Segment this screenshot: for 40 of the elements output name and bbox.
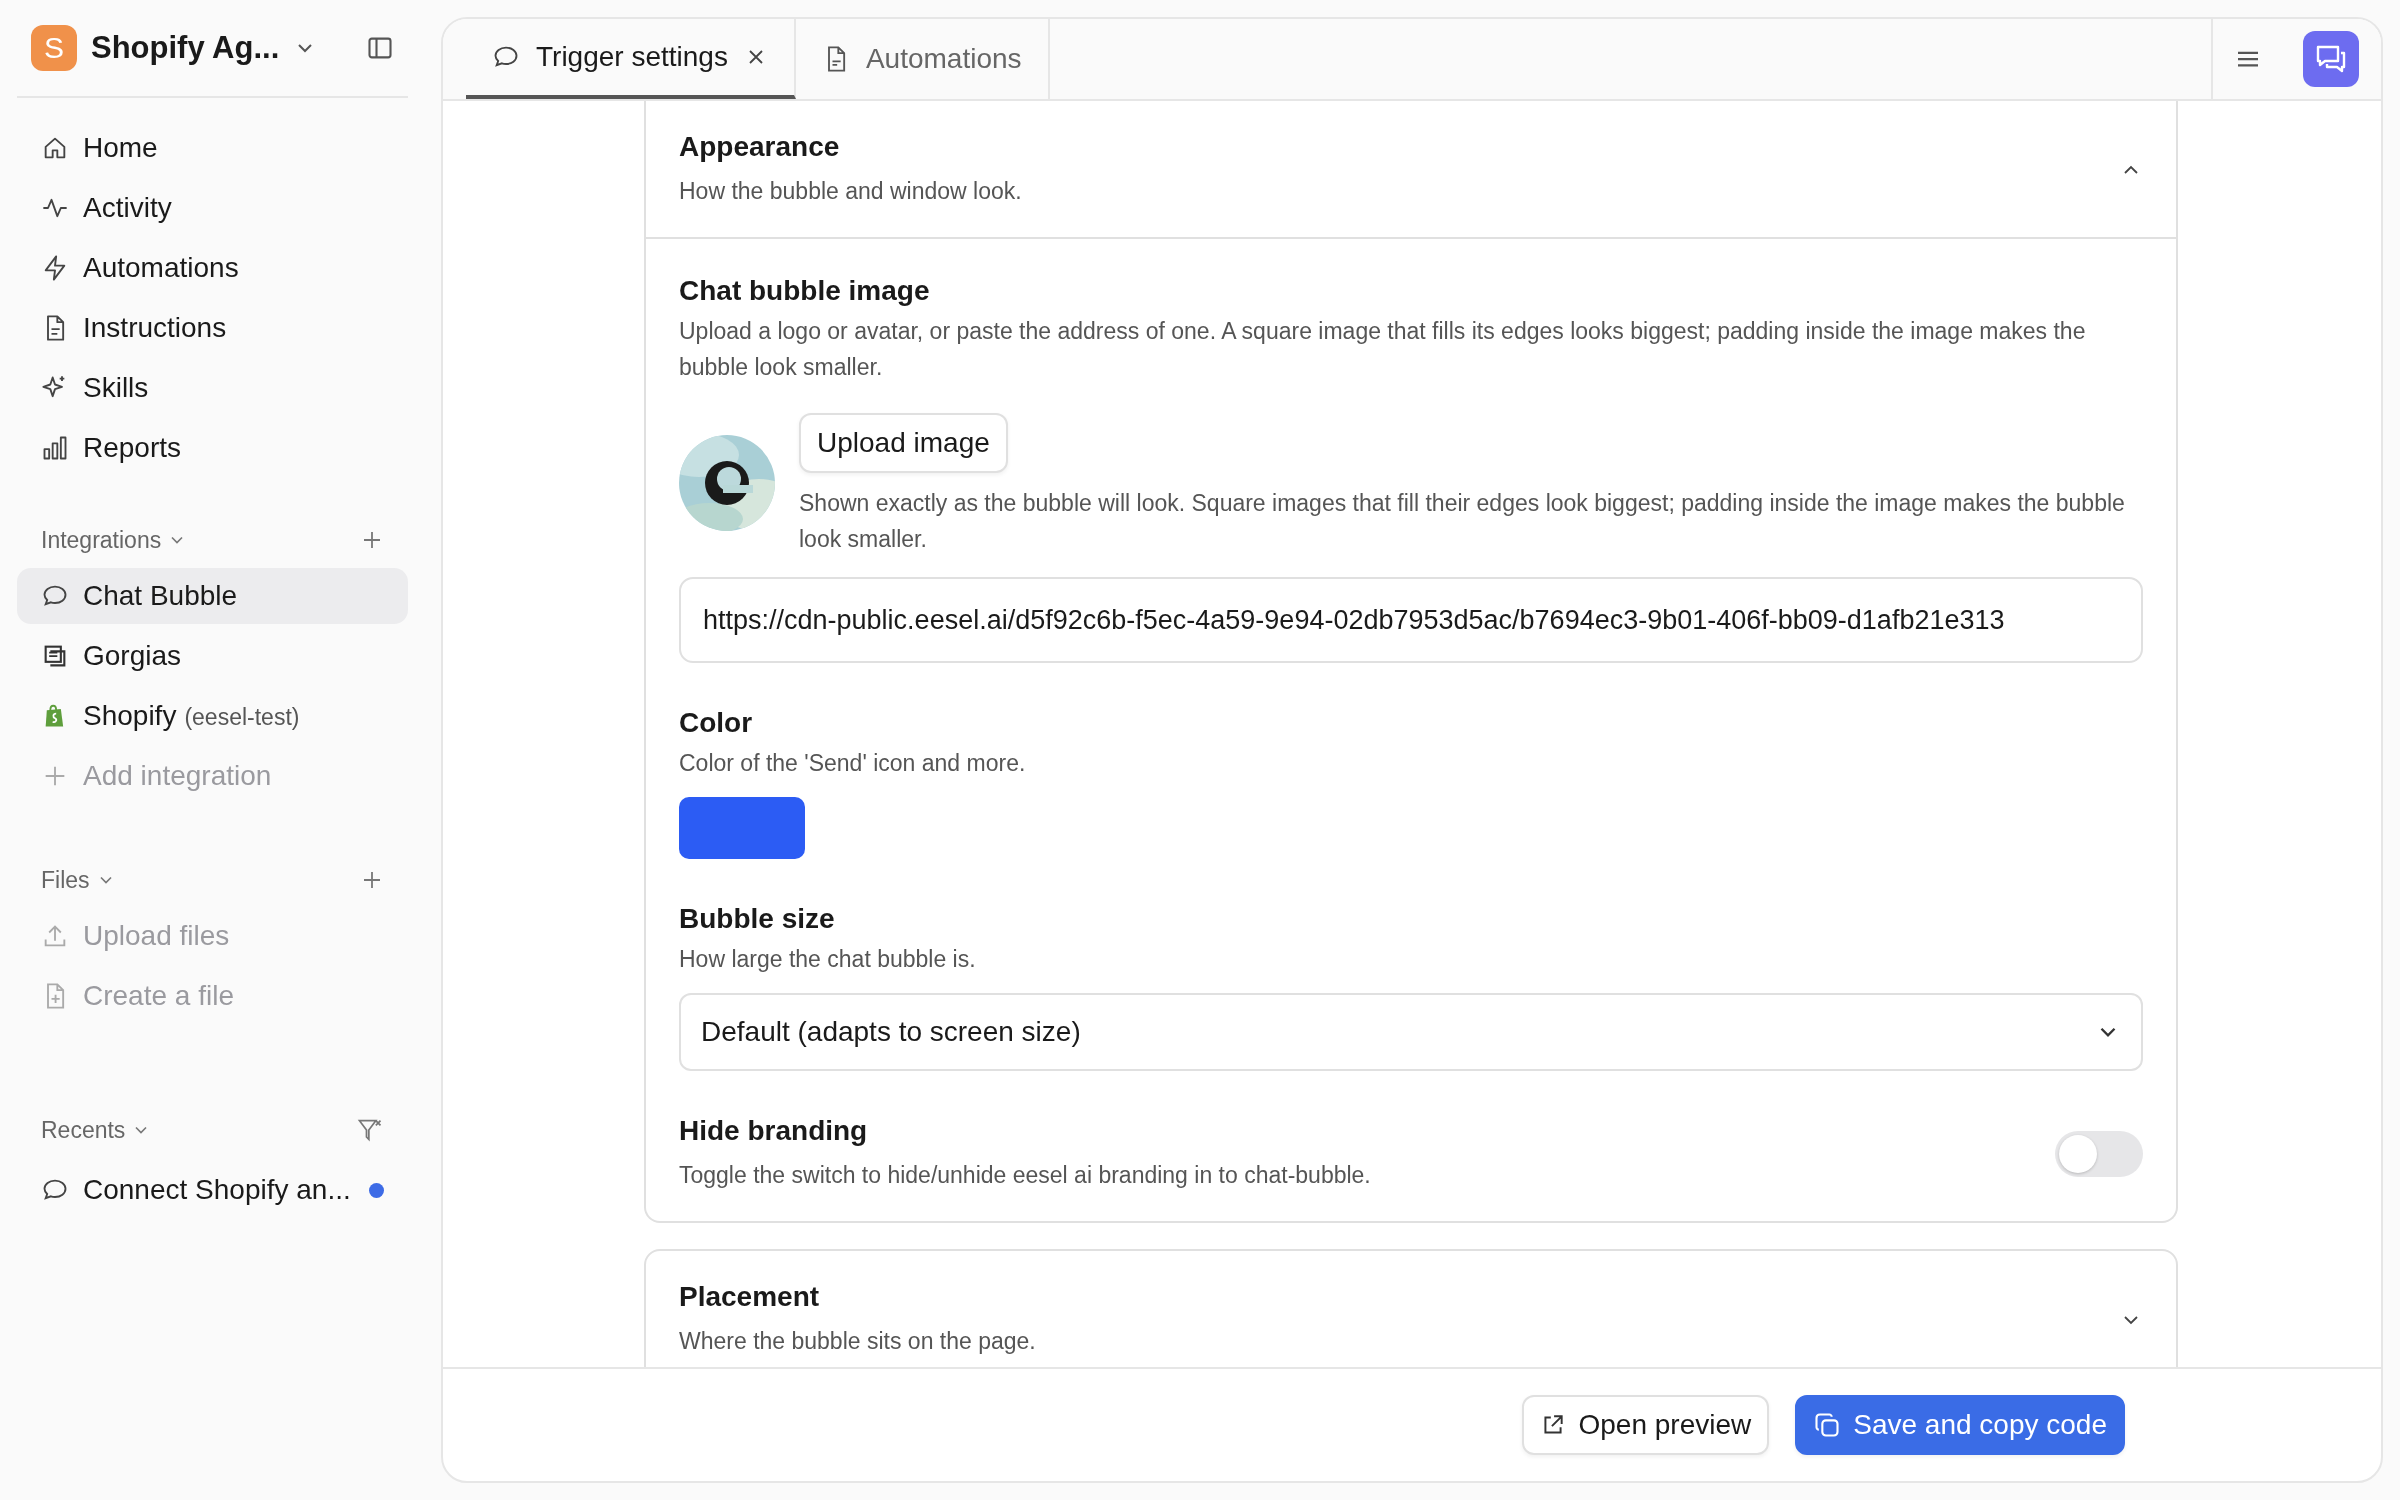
field-description: How large the chat bubble is. [679,945,977,974]
nav-item[interactable]: Reports [17,420,408,476]
field-description: Color of the 'Send' icon and more. [679,749,1027,778]
field-description: Upload a logo or avatar, or paste the address of one. A square image that fills its edges looks biggest; padding inside the image makes the bubble look smaller. [679,317,2087,382]
size-dropdown[interactable]: Default (adapts to screen size) [679,993,2143,1071]
field-title: Color [679,707,754,739]
nav-item[interactable]: Instructions [17,300,408,356]
upload-hint: Shown exactly as the bubble will look. Square images that fill their edges look biggest; padding inside the image makes the bubble look smaller. [799,489,2126,554]
open-preview-button[interactable]: Open preview [1522,1395,1770,1455]
tab[interactable]: Automations [795,19,1050,99]
section-header[interactable]: Placement Where the bubble sits on the page. [646,1251,2176,1367]
bar-chart-icon [41,434,69,462]
workspace-name[interactable]: Shopify Ag... [91,30,280,66]
color-swatch[interactable] [679,797,805,859]
nav-item[interactable]: Activity [17,180,408,236]
recent-item[interactable]: Connect Shopify an... [83,1174,355,1206]
section-title: Appearance [679,131,841,163]
nav-item[interactable]: Home [17,120,408,176]
image-url-field[interactable]: https://cdn-public.eesel.ai/d5f92c6b-f5ec-4a59-9e94-02db7953d5ac/b7694ec3-9b01-406f-bb09-d1afb21e313 [679,577,2143,663]
section-header[interactable]: Appearance How the bubble and window look. [646,101,2176,239]
upload-image-button[interactable]: Upload image [799,413,1008,473]
section-label[interactable]: Files [41,866,90,894]
section-description: How the bubble and window look. [679,177,1023,206]
section-label[interactable]: Integrations [41,526,162,554]
field-title: Bubble size [679,903,836,935]
section-title: Placement [679,1281,821,1313]
save-copy-button[interactable]: Save and copy code [1795,1395,2125,1455]
field-description: Toggle the switch to hide/unhide eesel ai branding in to chat-bubble. [679,1161,1372,1190]
section-label[interactable]: Recents [41,1116,126,1144]
copy-icon [1813,1411,1842,1439]
field-title: Hide branding [679,1115,869,1147]
integration-item[interactable]: Shopify (eesel-test) [17,688,408,744]
integration-item[interactable]: Gorgias [17,628,408,684]
nav-item[interactable]: Skills [17,360,408,416]
integration-item[interactable]: Chat Bubble [17,568,408,624]
field-title: Chat bubble image [679,275,931,307]
section-description: Where the bubble sits on the page. [679,1327,1037,1356]
toggle-switch[interactable] [2055,1131,2143,1177]
nav-item[interactable]: Automations [17,240,408,296]
chat-icon[interactable] [2303,31,2359,87]
